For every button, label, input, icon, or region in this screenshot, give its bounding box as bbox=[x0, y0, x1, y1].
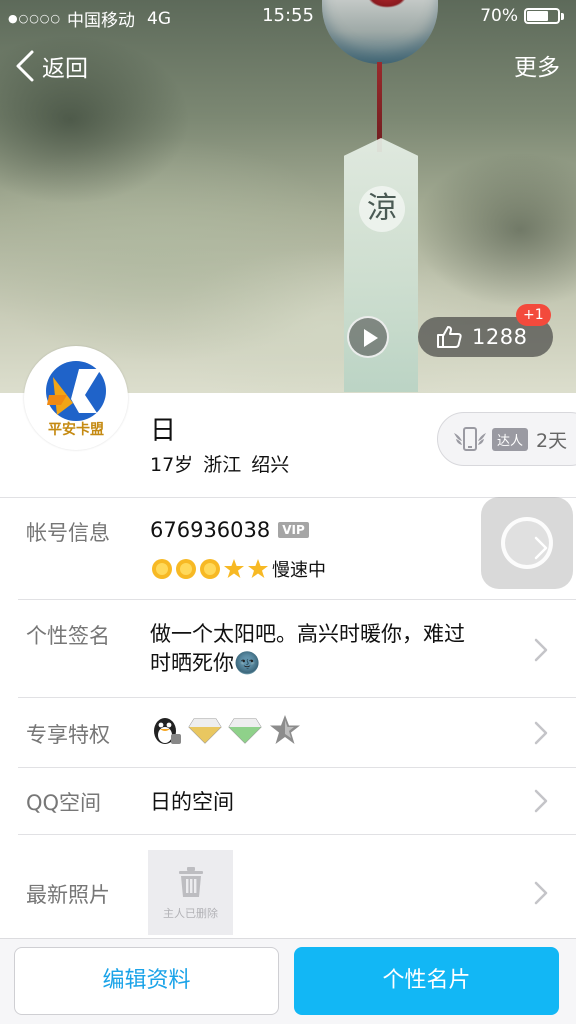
city: 绍兴 bbox=[251, 454, 290, 476]
sun-icon bbox=[200, 559, 220, 579]
daren-tag: 达人 bbox=[492, 427, 529, 451]
like-increment-badge: +1 bbox=[516, 304, 551, 326]
chevron-right-icon bbox=[534, 721, 548, 745]
privilege-icons bbox=[150, 714, 308, 750]
sun-icon bbox=[152, 559, 172, 579]
daren-days: 2天 bbox=[536, 429, 568, 452]
signature-line-2: 时晒死你🌚 bbox=[150, 649, 520, 678]
new-moon-face-icon: 🌚 bbox=[234, 651, 261, 675]
divider bbox=[18, 834, 576, 835]
qq-penguin-icon bbox=[150, 714, 182, 750]
qq-level: 慢速中 bbox=[150, 556, 326, 582]
star-icon bbox=[224, 559, 244, 578]
chevron-right-icon bbox=[534, 638, 548, 662]
play-music-button[interactable] bbox=[347, 316, 389, 358]
avatar-logo-icon bbox=[46, 361, 106, 421]
photo-thumbnail[interactable]: 主人已删除 bbox=[148, 850, 233, 935]
back-button[interactable]: 返回 bbox=[12, 46, 88, 86]
green-diamond-icon bbox=[228, 715, 262, 749]
signature-label: 个性签名 bbox=[26, 624, 110, 648]
edit-profile-button[interactable]: 编辑资料 bbox=[14, 947, 279, 1015]
qq-number: 676936038 bbox=[150, 518, 271, 542]
star-icon bbox=[248, 559, 268, 578]
winged-phone-icon bbox=[454, 427, 486, 451]
play-icon bbox=[364, 329, 378, 347]
like-count: 1288 bbox=[472, 325, 528, 349]
province: 浙江 bbox=[203, 454, 242, 476]
gray-star-icon bbox=[268, 714, 302, 750]
qzone-label: QQ空间 bbox=[26, 791, 102, 815]
chevron-right-icon bbox=[534, 789, 548, 813]
divider bbox=[18, 697, 576, 698]
signature-text: 做一个太阳吧。高兴时暖你，难过 时晒死你🌚 bbox=[150, 620, 520, 678]
battery-cap bbox=[561, 12, 564, 20]
tag-character: 涼 bbox=[359, 186, 405, 232]
account-info-label: 帐号信息 bbox=[26, 521, 110, 545]
divider bbox=[0, 497, 576, 498]
photos-label: 最新照片 bbox=[26, 883, 110, 907]
status-bar: ●○○○○ 中国移动 4G 15:55 70% bbox=[0, 0, 576, 34]
avatar[interactable]: 平安卡盟 bbox=[24, 346, 128, 450]
thumbs-up-icon bbox=[437, 326, 462, 348]
level-icons bbox=[152, 559, 268, 579]
avatar-logo-text: 平安卡盟 bbox=[48, 422, 104, 438]
back-label: 返回 bbox=[42, 56, 88, 82]
battery-fill bbox=[527, 11, 548, 21]
divider bbox=[18, 767, 576, 768]
more-button[interactable]: 更多 bbox=[514, 48, 560, 82]
chevron-right-icon bbox=[534, 881, 548, 905]
trash-icon bbox=[178, 866, 203, 897]
qq-number-line: 676936038 VIP bbox=[150, 518, 309, 542]
chevron-left-icon bbox=[16, 50, 34, 82]
profile-subinfo: 17岁 浙江 绍兴 bbox=[150, 450, 289, 477]
sun-icon bbox=[176, 559, 196, 579]
age: 17岁 bbox=[150, 454, 194, 476]
personal-card-button[interactable]: 个性名片 bbox=[294, 947, 559, 1015]
chevron-right-icon bbox=[534, 536, 548, 560]
level-status: 慢速中 bbox=[272, 560, 326, 581]
signature-line-1: 做一个太阳吧。高兴时暖你，难过 bbox=[150, 622, 465, 646]
nickname: 日 bbox=[150, 416, 177, 446]
signature-line-2-text: 时晒死你 bbox=[150, 651, 234, 675]
battery-percent: 70% bbox=[480, 6, 518, 26]
photo-deleted-text: 主人已删除 bbox=[163, 906, 218, 920]
assistive-touch-button[interactable] bbox=[481, 497, 573, 589]
privilege-label: 专享特权 bbox=[26, 723, 110, 747]
daren-button[interactable]: 达人 2天 bbox=[437, 412, 576, 466]
divider bbox=[18, 599, 576, 600]
battery-icon bbox=[524, 8, 560, 24]
status-right: 70% bbox=[480, 6, 564, 26]
qzone-value: 日的空间 bbox=[150, 790, 234, 814]
gold-diamond-icon bbox=[188, 715, 222, 749]
vip-badge: VIP bbox=[278, 522, 309, 538]
